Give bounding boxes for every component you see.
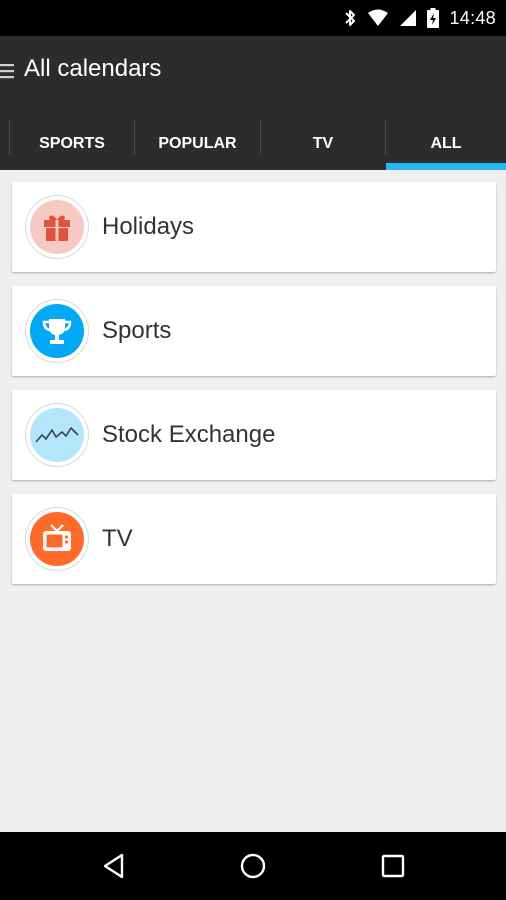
calendar-icon-ring bbox=[26, 196, 88, 258]
home-icon bbox=[240, 853, 266, 879]
bluetooth-icon bbox=[345, 10, 356, 26]
calendar-icon-ring bbox=[26, 508, 88, 570]
trophy-icon-badge bbox=[30, 304, 84, 358]
calendar-item-sports[interactable]: Sports bbox=[12, 286, 496, 376]
home-button[interactable] bbox=[223, 832, 283, 900]
battery-charging-icon bbox=[427, 8, 440, 28]
calendar-item-tv[interactable]: TV bbox=[12, 494, 496, 584]
status-time: 14:48 bbox=[449, 7, 496, 28]
tab-sports[interactable]: SPORTS bbox=[10, 118, 134, 170]
tab-popular[interactable]: POPULAR bbox=[135, 118, 260, 170]
navigation-bar bbox=[0, 832, 506, 900]
calendar-icon-ring bbox=[26, 404, 88, 466]
page-title: All calendars bbox=[24, 55, 162, 82]
status-icons: 14:48 bbox=[343, 0, 496, 36]
calendar-label: Sports bbox=[102, 317, 172, 344]
menu-icon[interactable] bbox=[0, 59, 16, 83]
stock-chart-icon bbox=[35, 427, 79, 443]
trophy-icon bbox=[42, 319, 72, 344]
gift-icon-badge bbox=[30, 200, 84, 254]
status-bar: 14:48 bbox=[0, 0, 506, 36]
gift-icon bbox=[44, 215, 70, 241]
calendar-label: Stock Exchange bbox=[102, 421, 276, 448]
tv-icon bbox=[43, 524, 71, 551]
tab-selected-indicator bbox=[386, 163, 506, 170]
back-icon bbox=[103, 853, 124, 879]
recents-icon bbox=[381, 854, 405, 878]
tv-icon-badge bbox=[30, 512, 84, 566]
calendar-label: TV bbox=[102, 525, 133, 552]
calendar-item-stock-exchange[interactable]: Stock Exchange bbox=[12, 390, 496, 480]
calendar-label: Holidays bbox=[102, 213, 195, 240]
calendar-item-holidays[interactable]: Holidays bbox=[12, 182, 496, 272]
back-button[interactable] bbox=[84, 832, 144, 900]
wifi-icon bbox=[368, 9, 389, 26]
stock-chart-icon-badge bbox=[30, 408, 84, 462]
tab-bar: SPORTS POPULAR TV ALL bbox=[0, 118, 506, 170]
calendar-icon-ring bbox=[26, 300, 88, 362]
recents-button[interactable] bbox=[363, 832, 423, 900]
cell-signal-icon bbox=[400, 10, 417, 26]
tab-tv[interactable]: TV bbox=[261, 118, 385, 170]
app-bar: All calendars SPORTS POPULAR TV ALL bbox=[0, 36, 506, 170]
